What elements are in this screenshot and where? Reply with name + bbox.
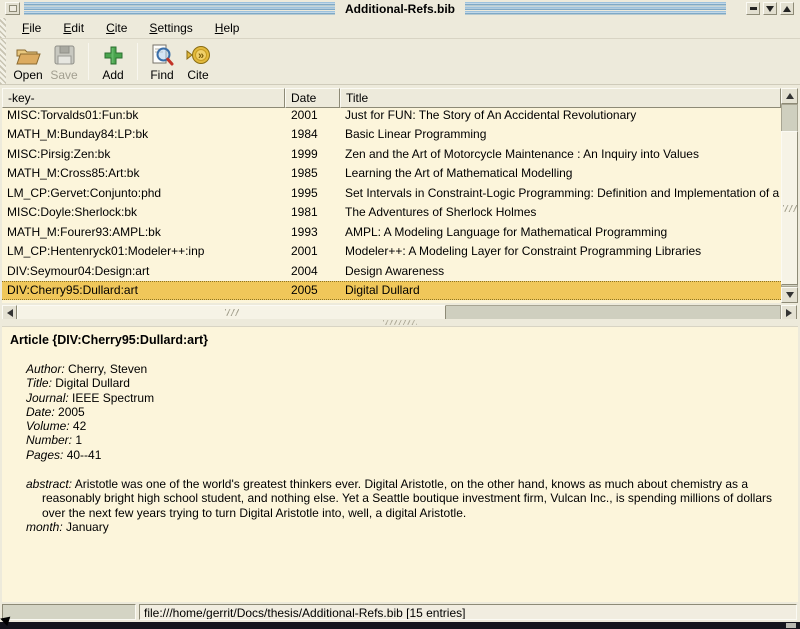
field-journal: Journal: IEEE Spectrum [26,391,788,405]
field-title: Title: Digital Dullard [26,376,788,390]
open-button[interactable]: Open [10,39,46,84]
entry-heading: Article {DIV:Cherry95:Dullard:art} [10,333,788,347]
table-row[interactable]: MATH_M:Bunday84:LP:bk1984Basic Linear Pr… [2,125,781,145]
column-header-title[interactable]: Title [340,88,781,108]
splitter-grip-icon [383,320,417,325]
scroll-up-button[interactable] [781,88,798,104]
table-row[interactable]: LM_CP:Gervet:Conjunto:phd1995Set Interva… [2,183,781,203]
field-abstract: abstract: Aristotle was one of the world… [26,477,774,520]
maximize-icon [783,6,791,12]
scroll-right-button[interactable] [781,305,797,320]
vertical-scrollbar-thumb[interactable] [781,131,798,285]
scrollbar-grip [783,205,797,212]
reference-list: -key- Date Title MISC:Torvalds01:Fun:bk2… [2,88,798,303]
arrow-up-icon [786,93,794,99]
status-text: file:///home/gerrit/Docs/thesis/Addition… [139,604,797,620]
menu-cite[interactable]: Cite [98,19,135,37]
open-folder-icon [15,42,42,68]
menu-edit[interactable]: Edit [55,19,92,37]
table-row[interactable]: DIV:Seymour04:Design:art2004Design Aware… [2,261,781,281]
menubar-grip[interactable] [0,18,6,38]
add-button[interactable]: Add [95,39,131,84]
toolbar-separator [137,43,138,80]
shade-icon [766,6,774,12]
menu-settings[interactable]: Settings [141,19,200,37]
window-title: Additional-Refs.bib [0,2,800,16]
pane-splitter[interactable] [0,319,800,326]
scroll-down-button[interactable] [781,287,798,303]
find-button[interactable]: Find [144,39,180,84]
toolbar-grip[interactable] [0,39,6,84]
cite-icon: » [185,42,211,68]
table-row-selected[interactable]: DIV:Cherry95:Dullard:art2005Digital Dull… [2,281,781,301]
entry-detail-pane: Article {DIV:Cherry95:Dullard:art} Autho… [2,326,798,602]
column-header-date[interactable]: Date [285,88,340,108]
arrow-down-icon [786,292,794,298]
toolbar: Open Save Add [0,39,800,85]
find-magnifier-icon [150,42,175,68]
title-bar[interactable]: Additional-Refs.bib [0,0,800,18]
field-pages: Pages: 40--41 [26,448,788,462]
menu-help[interactable]: Help [207,19,248,37]
field-date: Date: 2005 [26,405,788,419]
arrow-left-icon [7,309,13,317]
field-volume: Volume: 42 [26,419,788,433]
menu-bar: File Edit Cite Settings Help [0,18,800,39]
table-row[interactable]: MISC:Doyle:Sherlock:bk1981The Adventures… [2,203,781,223]
maximize-button[interactable] [780,2,794,15]
table-row[interactable]: MATH_M:Fourer93:AMPL:bk1993AMPL: A Model… [2,222,781,242]
list-viewport: MISC:Torvalds01:Fun:bk2001Just for FUN: … [2,108,781,303]
desktop-edge-strip [0,622,800,629]
minimize-icon [750,7,757,10]
table-row[interactable]: MATH_M:Cross85:Art:bk1985Learning the Ar… [2,164,781,184]
column-header-key[interactable]: -key- [2,88,285,108]
scroll-left-button[interactable] [2,305,17,320]
field-month: month: January [26,520,788,534]
shade-button[interactable] [763,2,777,15]
horizontal-scrollbar-thumb[interactable] [17,305,446,320]
save-button[interactable]: Save [46,39,82,84]
svg-text:»: » [198,50,204,62]
field-author: Author: Cherry, Steven [26,362,788,376]
arrow-right-icon [786,309,792,317]
table-row[interactable]: LM_CP:Hentenryck01:Modeler++:inp2001Mode… [2,242,781,262]
table-row[interactable]: MISC:Pirsig:Zen:bk1999Zen and the Art of… [2,144,781,164]
resize-grip[interactable] [786,623,796,628]
status-bar: file:///home/gerrit/Docs/thesis/Addition… [0,602,800,622]
add-plus-icon [103,42,124,68]
scrollbar-grip [225,309,239,316]
field-number: Number: 1 [26,433,788,447]
save-floppy-icon [53,42,76,68]
minimize-button[interactable] [746,2,760,15]
menu-file[interactable]: File [14,19,49,37]
toolbar-separator [88,43,89,80]
progress-area [2,604,136,620]
cite-button[interactable]: » Cite [180,39,216,84]
table-row[interactable]: MISC:Torvalds01:Fun:bk2001Just for FUN: … [2,108,781,125]
